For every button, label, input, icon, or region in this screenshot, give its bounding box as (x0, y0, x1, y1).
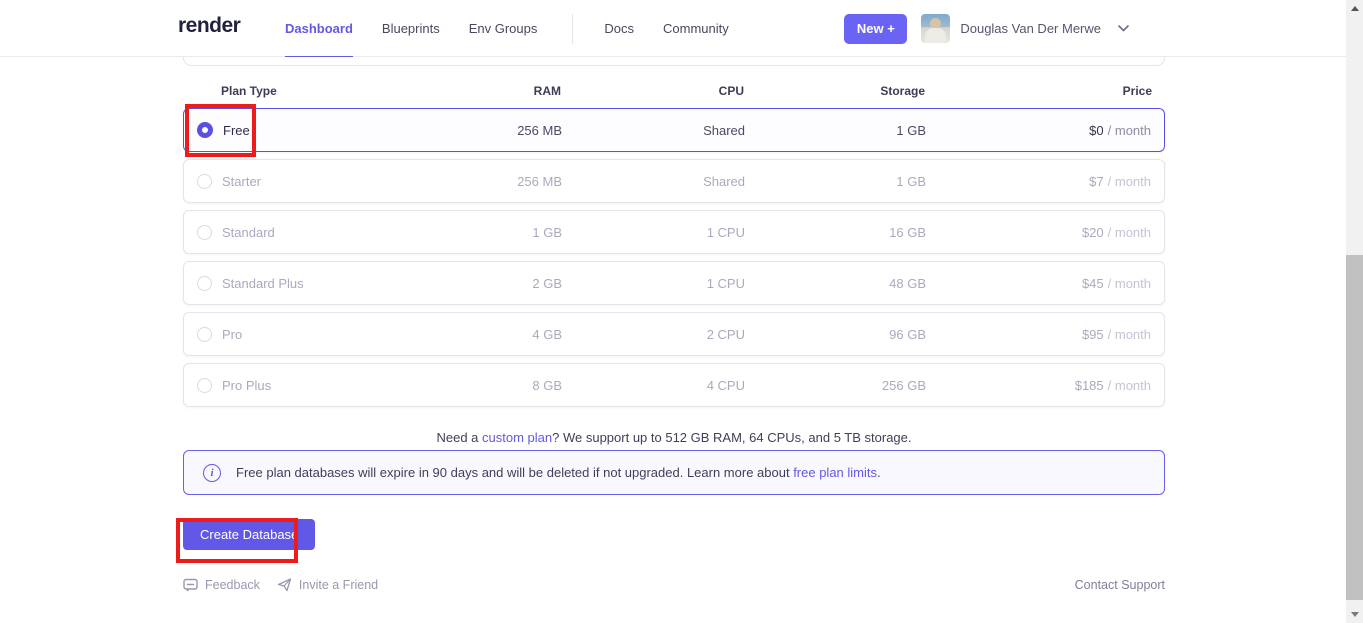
vertical-scrollbar[interactable] (1346, 0, 1363, 623)
col-ram: RAM (371, 84, 561, 98)
plan-ram: 2 GB (372, 276, 562, 291)
scrollbar-thumb[interactable] (1346, 255, 1363, 600)
plan-price-period: / month (1108, 174, 1151, 189)
top-nav-bar: render Dashboard Blueprints Env Groups D… (0, 0, 1346, 57)
free-plan-banner: i Free plan databases will expire in 90 … (183, 450, 1165, 495)
plan-table-header: Plan Type RAM CPU Storage Price (183, 80, 1165, 102)
plan-ram: 4 GB (372, 327, 562, 342)
plan-ram: 256 MB (372, 174, 562, 189)
info-icon: i (203, 464, 221, 482)
plan-name: Starter (222, 174, 261, 189)
free-plan-limits-link[interactable]: free plan limits (793, 465, 877, 480)
previous-card-bottom (183, 57, 1165, 66)
contact-support-link[interactable]: Contact Support (1075, 578, 1165, 592)
col-price: Price (925, 84, 1165, 98)
plan-radio[interactable] (197, 122, 213, 138)
plan-price: $95/ month (926, 327, 1164, 342)
feedback-link[interactable]: Feedback (183, 578, 260, 592)
plan-price: $185/ month (926, 378, 1164, 393)
nav-env-groups[interactable]: Env Groups (469, 0, 538, 57)
new-button[interactable]: New + (844, 14, 907, 44)
create-database-button[interactable]: Create Database (183, 519, 315, 550)
plan-price-period: / month (1108, 123, 1151, 138)
plan-ram: 8 GB (372, 378, 562, 393)
plan-radio[interactable] (197, 378, 212, 393)
custom-plan-link[interactable]: custom plan (482, 430, 552, 445)
plan-price-period: / month (1108, 378, 1151, 393)
plan-row[interactable]: Pro Plus 8 GB 4 CPU 256 GB $185/ month (183, 363, 1165, 407)
nav-blueprints[interactable]: Blueprints (382, 0, 440, 57)
plan-price-period: / month (1108, 225, 1151, 240)
plan-storage: 1 GB (745, 123, 926, 138)
plan-cpu: Shared (562, 123, 745, 138)
plan-ram: 256 MB (372, 123, 562, 138)
feedback-icon (183, 578, 198, 592)
plan-name: Standard Plus (222, 276, 304, 291)
plan-cpu: 1 CPU (562, 225, 745, 240)
plan-name: Pro Plus (222, 378, 271, 393)
plan-storage: 256 GB (745, 378, 926, 393)
user-name[interactable]: Douglas Van Der Merwe (960, 21, 1101, 36)
chevron-down-icon[interactable] (1118, 25, 1129, 32)
plan-price: $7/ month (926, 174, 1164, 189)
plan-storage: 16 GB (745, 225, 926, 240)
paper-plane-icon (277, 578, 292, 592)
plan-price-period: / month (1108, 327, 1151, 342)
col-cpu: CPU (561, 84, 744, 98)
scrollbar-up-arrow[interactable] (1346, 0, 1363, 17)
nav-dashboard[interactable]: Dashboard (285, 0, 353, 57)
banner-text: Free plan databases will expire in 90 da… (236, 465, 881, 480)
plan-cpu: 1 CPU (562, 276, 745, 291)
page-footer: Feedback Invite a Friend Contact Support (183, 578, 1165, 592)
plan-table-body: Free 256 MB Shared 1 GB $0/ month Starte… (183, 108, 1165, 407)
plan-row[interactable]: Free 256 MB Shared 1 GB $0/ month (183, 108, 1165, 152)
invite-friend-link[interactable]: Invite a Friend (277, 578, 378, 592)
nav-divider (572, 14, 573, 44)
plan-radio[interactable] (197, 225, 212, 240)
app: render Dashboard Blueprints Env Groups D… (0, 0, 1363, 623)
plan-name: Standard (222, 225, 275, 240)
plan-row[interactable]: Starter 256 MB Shared 1 GB $7/ month (183, 159, 1165, 203)
scrollbar-down-arrow[interactable] (1346, 606, 1363, 623)
main-content: Plan Type RAM CPU Storage Price Free 256… (183, 57, 1165, 592)
feedback-label: Feedback (205, 578, 260, 592)
plan-cpu: 2 CPU (562, 327, 745, 342)
nav-docs[interactable]: Docs (604, 0, 634, 57)
col-storage: Storage (744, 84, 925, 98)
plan-ram: 1 GB (372, 225, 562, 240)
plan-name: Pro (222, 327, 242, 342)
plan-storage: 96 GB (745, 327, 926, 342)
plan-name: Free (223, 123, 250, 138)
custom-plan-suffix: ? We support up to 512 GB RAM, 64 CPUs, … (552, 430, 911, 445)
render-logo[interactable]: render (178, 14, 240, 38)
plan-price-period: / month (1108, 276, 1151, 291)
plan-price: $20/ month (926, 225, 1164, 240)
plan-radio[interactable] (197, 276, 212, 291)
plan-row[interactable]: Standard 1 GB 1 CPU 16 GB $20/ month (183, 210, 1165, 254)
banner-text-suffix: . (877, 465, 881, 480)
plan-row[interactable]: Pro 4 GB 2 CPU 96 GB $95/ month (183, 312, 1165, 356)
plan-radio[interactable] (197, 327, 212, 342)
plan-price: $45/ month (926, 276, 1164, 291)
plan-radio[interactable] (197, 174, 212, 189)
plan-storage: 1 GB (745, 174, 926, 189)
plan-storage: 48 GB (745, 276, 926, 291)
plan-cpu: Shared (562, 174, 745, 189)
col-plan-type: Plan Type (183, 84, 371, 98)
plan-cpu: 4 CPU (562, 378, 745, 393)
header-right: New + Douglas Van Der Merwe (844, 0, 1129, 57)
custom-plan-prefix: Need a (436, 430, 482, 445)
custom-plan-note: Need a custom plan? We support up to 512… (183, 430, 1165, 446)
nav-community[interactable]: Community (663, 0, 729, 57)
avatar[interactable] (921, 14, 950, 43)
plan-row[interactable]: Standard Plus 2 GB 1 CPU 48 GB $45/ mont… (183, 261, 1165, 305)
plan-price: $0/ month (926, 123, 1164, 138)
banner-text-main: Free plan databases will expire in 90 da… (236, 465, 793, 480)
invite-friend-label: Invite a Friend (299, 578, 378, 592)
primary-nav: Dashboard Blueprints Env Groups Docs Com… (285, 0, 758, 57)
